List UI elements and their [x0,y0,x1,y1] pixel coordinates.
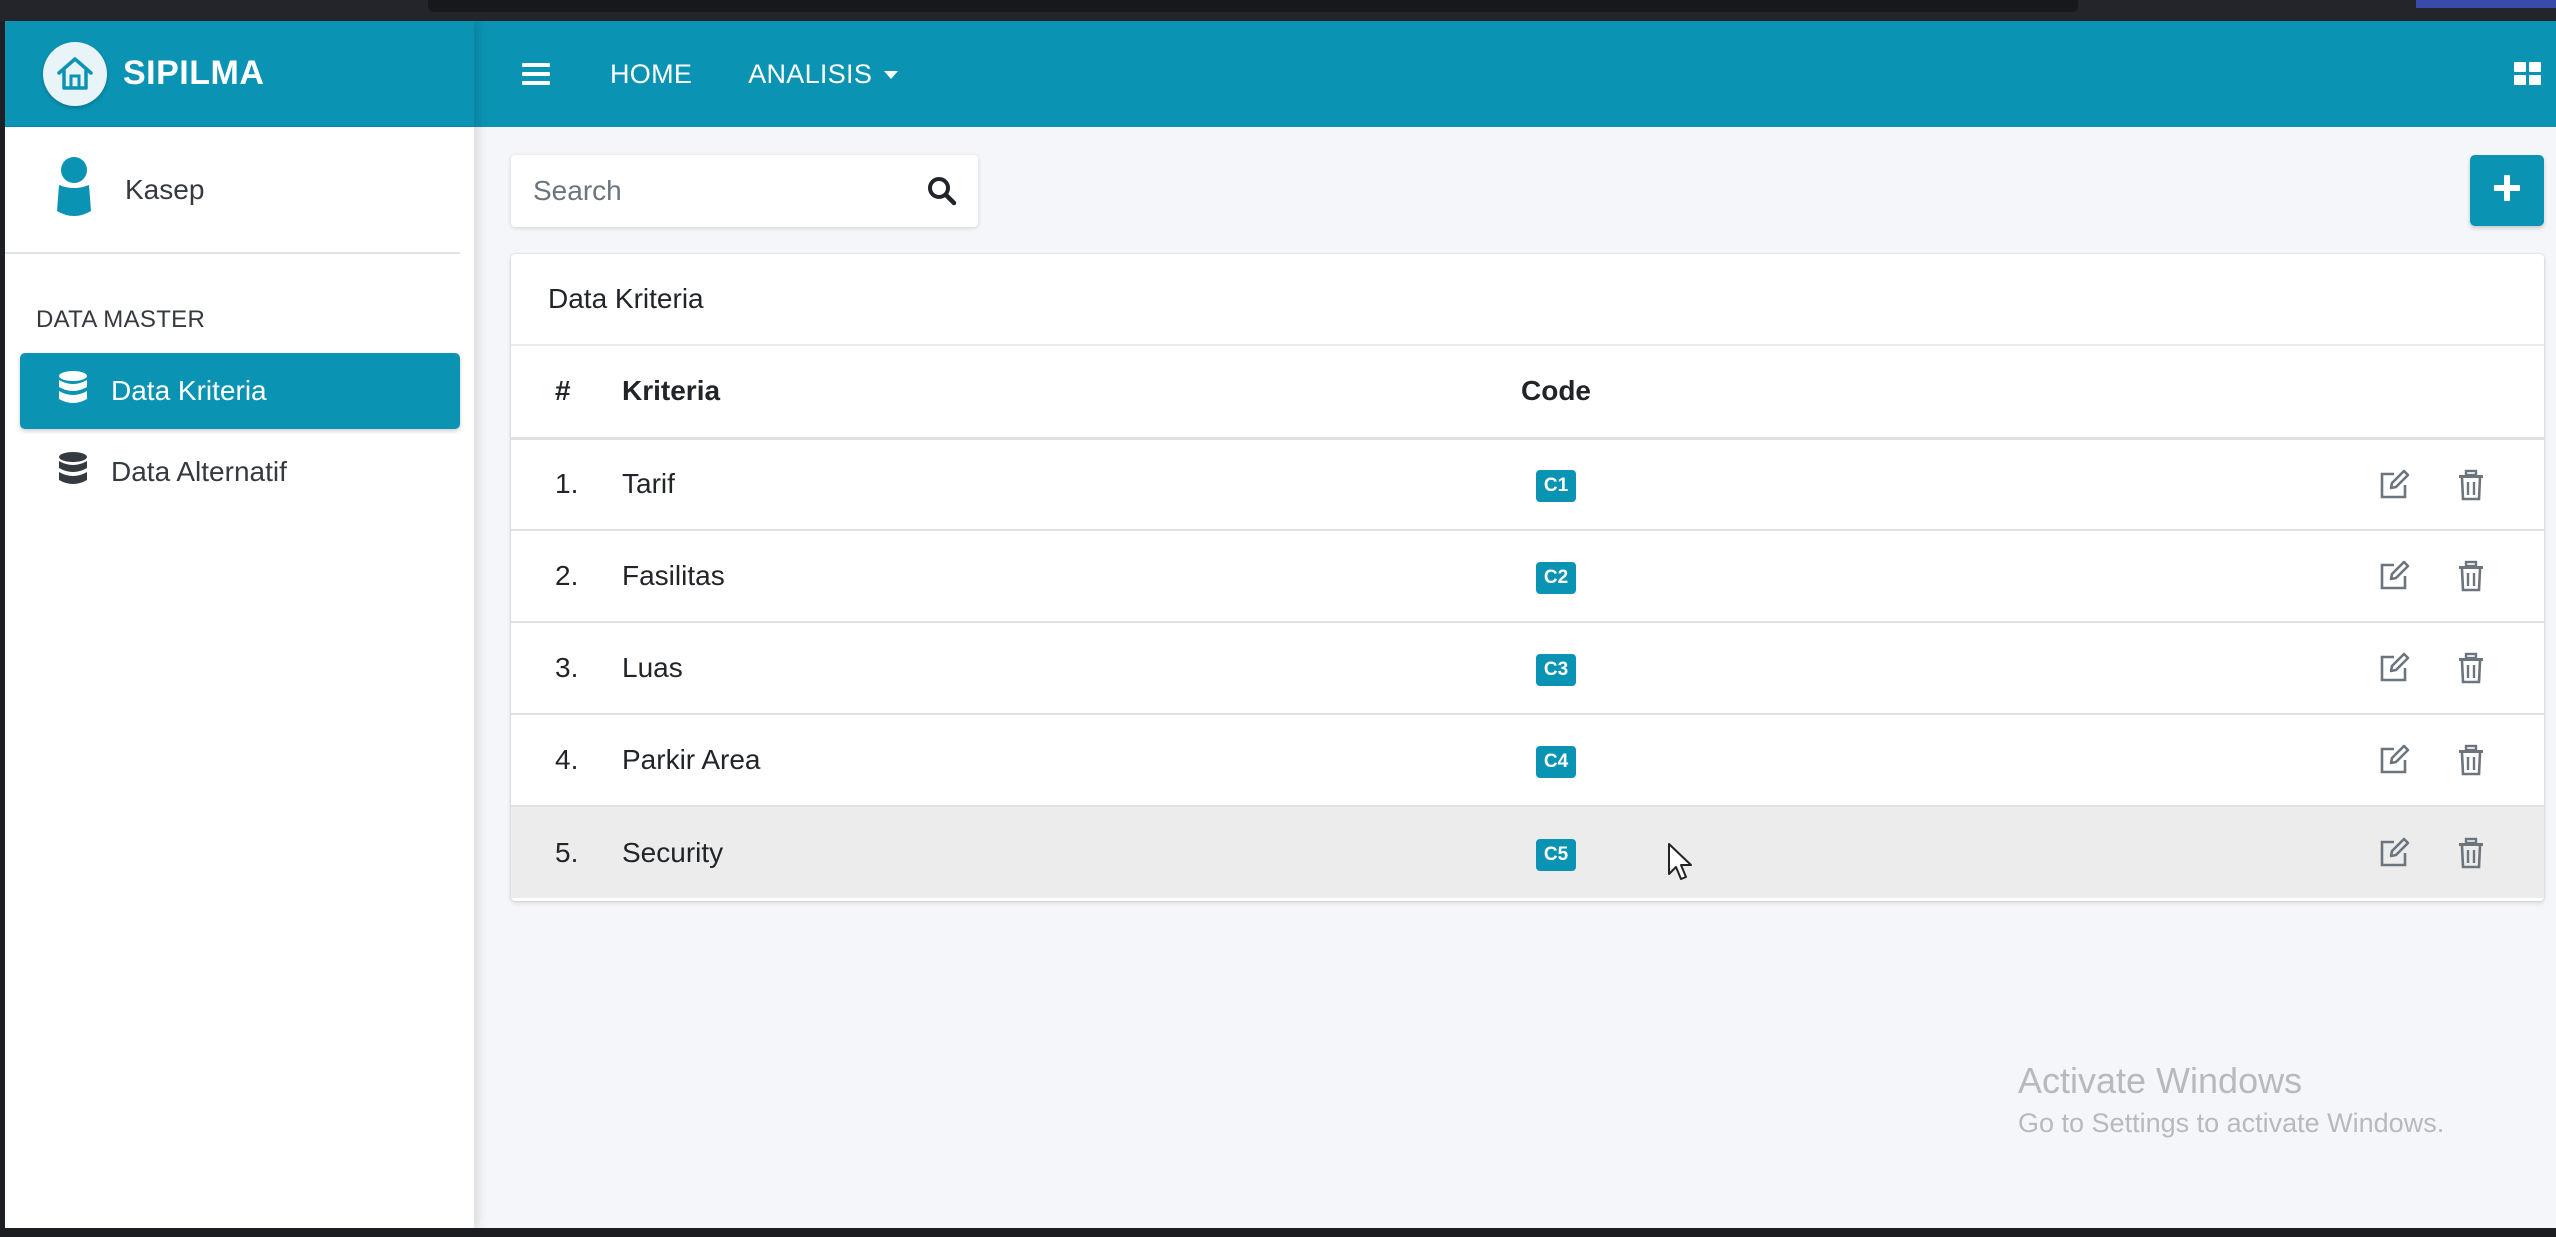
nav-analisis-dropdown[interactable]: ANALISIS [748,58,899,90]
search-box [511,155,978,227]
watermark-subtitle: Go to Settings to activate Windows. [2018,1108,2445,1138]
edit-icon[interactable] [2377,559,2411,593]
code-badge: C1 [1535,470,1577,503]
edit-icon[interactable] [2377,743,2411,777]
database-icon [57,370,89,413]
edit-icon[interactable] [2377,836,2411,870]
kriteria-table: # Kriteria Code 1. Tarif C1 2. Fasilitas… [511,346,2544,898]
brand-name: SIPILMA [123,54,265,92]
table-row: 2. Fasilitas C2 [511,530,2544,622]
row-number: 4. [555,744,579,775]
trash-icon[interactable] [2454,559,2488,593]
plus-icon [2493,174,2521,207]
app-window: SIPILMA Kasep DATA MASTER Data Kriteria [5,21,2556,1228]
bottom-strip [0,1228,2556,1237]
code-badge: C4 [1535,746,1577,778]
nav-home-link[interactable]: HOME [610,59,692,90]
browser-corner [2416,0,2556,8]
edit-icon[interactable] [2377,468,2411,502]
hamburger-icon[interactable] [520,58,552,90]
row-kriteria: Security [622,836,724,868]
trash-icon[interactable] [2454,468,2488,502]
row-number: 1. [555,468,579,500]
row-number: 3. [555,652,579,683]
row-kriteria: Luas [622,652,683,683]
table-row: 5. Security C5 [511,806,2544,898]
search-input[interactable] [511,155,901,227]
watermark-title: Activate Windows [2018,1060,2303,1101]
header-actions [1596,346,2544,438]
header-kriteria: Kriteria [622,375,721,407]
activate-windows-watermark: Activate Windows Go to Settings to activ… [2018,1060,2444,1139]
card-title: Data Kriteria [511,254,2544,346]
code-badge: C5 [1535,838,1577,871]
kriteria-card: Data Kriteria # Kriteria Code 1. Tarif C… [511,254,2544,901]
add-button[interactable] [2470,155,2544,226]
trash-icon[interactable] [2454,743,2488,777]
sidebar-item-label: Data Kriteria [111,375,267,406]
row-number: 5. [555,836,579,868]
trash-icon[interactable] [2454,651,2488,685]
table-row: 1. Tarif C1 [511,438,2544,530]
header-number: # [555,375,571,407]
search-icon[interactable] [926,175,958,207]
row-number: 2. [555,560,579,591]
top-navbar: HOME ANALISIS [474,21,2556,127]
nav-analisis-label: ANALISIS [748,58,873,89]
row-kriteria: Fasilitas [622,560,725,591]
sidebar-item-label: Data Alternatif [111,456,287,487]
code-badge: C2 [1535,562,1577,594]
top-strip [0,0,2556,21]
grid-icon[interactable] [2512,58,2544,90]
edit-icon[interactable] [2377,651,2411,685]
code-badge: C3 [1535,654,1577,686]
sidebar-item-data-kriteria[interactable]: Data Kriteria [20,353,460,429]
user-icon [47,155,101,224]
table-row: 3. Luas C3 [511,622,2544,714]
header-code: Code [1521,375,1591,407]
browser-bar [428,0,2078,12]
row-kriteria: Tarif [622,468,675,500]
row-kriteria: Parkir Area [622,744,761,775]
table-header-row: # Kriteria Code [511,346,2544,438]
brand[interactable]: SIPILMA [5,21,474,127]
caret-down-icon [884,71,899,79]
table-row: 4. Parkir Area C4 [511,714,2544,806]
user-name: Kasep [125,173,205,205]
sidebar: SIPILMA Kasep DATA MASTER Data Kriteria [5,21,474,1228]
nav-section-header: DATA MASTER [36,306,206,333]
mouse-cursor-icon [1667,842,1693,887]
home-logo-icon [43,41,107,106]
sidebar-item-data-alternatif[interactable]: Data Alternatif [20,434,460,510]
user-panel[interactable]: Kasep [5,127,460,254]
trash-icon[interactable] [2454,836,2488,870]
database-icon [57,451,89,494]
